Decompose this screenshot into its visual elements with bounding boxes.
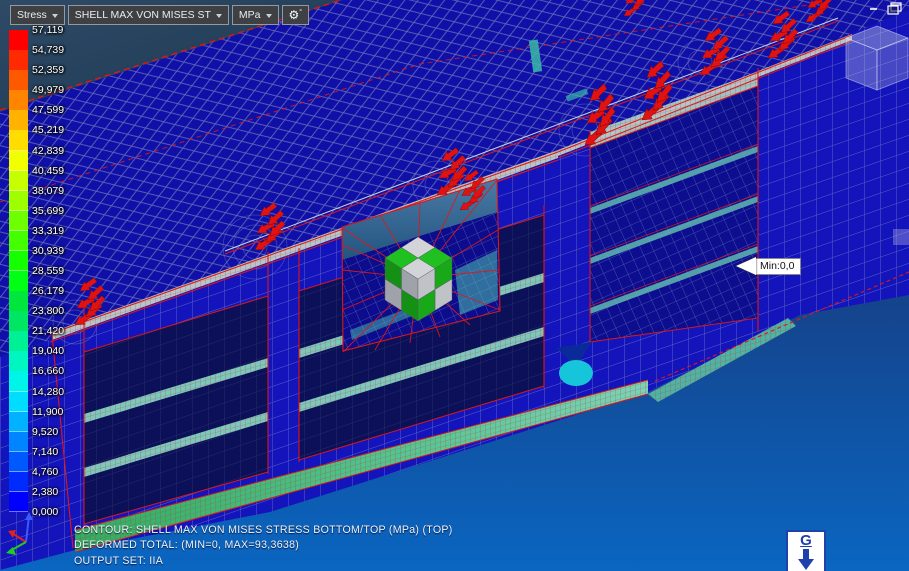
postprocess-toolbar: Stress SHELL MAX VON MISES ST MPa ⚙° xyxy=(10,5,310,25)
gravity-down-arrow-icon xyxy=(798,549,814,570)
min-marker-label: Min:0,0 xyxy=(755,257,802,275)
result-vector-dropdown[interactable]: SHELL MAX VON MISES ST xyxy=(67,5,229,25)
fea-viewport[interactable]: Stress SHELL MAX VON MISES ST MPa ⚙° 57,… xyxy=(0,0,909,571)
cyan-bulb xyxy=(559,360,593,386)
gravity-direction-symbol: G xyxy=(786,530,826,571)
chevron-down-icon xyxy=(215,13,222,18)
view-orientation-cube[interactable] xyxy=(844,25,909,91)
chevron-down-icon xyxy=(51,13,58,18)
gear-icon: ⚙° xyxy=(288,8,303,22)
min-marker-arrow-icon xyxy=(736,257,756,275)
unit-label: MPa xyxy=(238,9,261,21)
result-category-dropdown[interactable]: Stress xyxy=(10,5,65,25)
result-vector-label: SHELL MAX VON MISES ST xyxy=(74,9,211,21)
result-category-label: Stress xyxy=(17,9,47,21)
unit-dropdown[interactable]: MPa xyxy=(231,5,279,25)
gravity-label: G xyxy=(800,532,812,549)
min-value-marker: Min:0,0 xyxy=(736,257,802,275)
chevron-down-icon xyxy=(265,13,272,18)
contour-options-button[interactable]: ⚙° xyxy=(281,5,310,25)
model-scene[interactable] xyxy=(0,0,909,571)
translucent-label-fragment xyxy=(893,229,909,245)
